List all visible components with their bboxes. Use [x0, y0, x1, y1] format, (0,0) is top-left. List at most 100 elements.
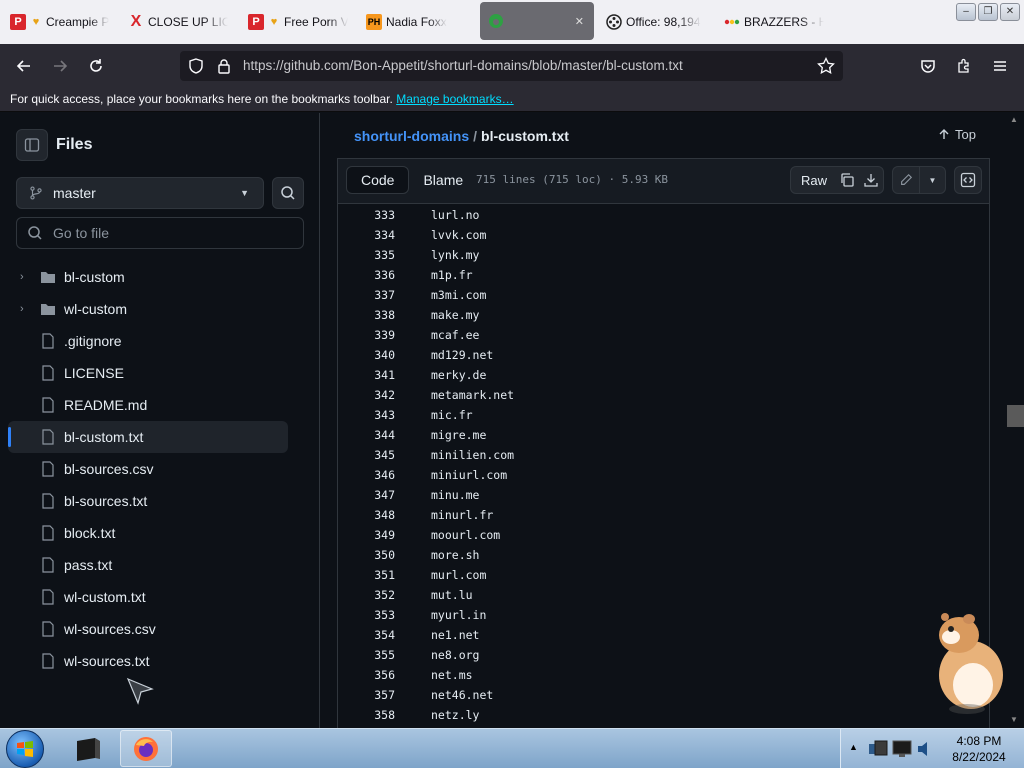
network-icon[interactable] [867, 738, 889, 765]
line-number[interactable]: 353 [338, 605, 395, 625]
tray-expand-icon[interactable]: ▲ [849, 742, 858, 752]
search-button[interactable] [272, 177, 304, 209]
tree-file-readme[interactable]: README.md [8, 389, 288, 421]
line-number[interactable]: 358 [338, 705, 395, 725]
monitor-icon[interactable] [891, 738, 913, 765]
line-number[interactable]: 351 [338, 565, 395, 585]
line-number[interactable]: 340 [338, 345, 395, 365]
download-button[interactable] [859, 167, 883, 193]
edit-dropdown-button[interactable]: ▼ [919, 167, 945, 193]
browser-tab[interactable]: Office: 98,194 [606, 6, 706, 38]
line-number[interactable]: 339 [338, 325, 395, 345]
line-number[interactable]: 352 [338, 585, 395, 605]
manage-bookmarks-link[interactable]: Manage bookmarks… [396, 92, 513, 106]
bookmark-star-icon[interactable] [817, 56, 835, 80]
symbols-panel-button[interactable] [954, 166, 982, 194]
tree-folder-bl-custom[interactable]: › bl-custom [8, 261, 288, 293]
back-button[interactable] [10, 52, 38, 80]
line-number[interactable]: 343 [338, 405, 395, 425]
start-button[interactable] [6, 730, 44, 768]
tree-file-bl-sources-csv[interactable]: bl-sources.csv [8, 453, 288, 485]
browser-tab[interactable]: P ♥ Free Porn V [248, 6, 348, 38]
line-number[interactable]: 347 [338, 485, 395, 505]
terminal-box-icon [77, 737, 100, 761]
scrollbar-thumb[interactable] [1007, 405, 1024, 427]
edit-button[interactable] [893, 167, 919, 193]
line-number[interactable]: 354 [338, 625, 395, 645]
chevron-right-icon[interactable]: › [20, 303, 30, 315]
tab-code[interactable]: Code [346, 166, 410, 194]
tree-file-bl-custom-txt[interactable]: bl-custom.txt [8, 421, 288, 453]
line-number[interactable]: 337 [338, 285, 395, 305]
line-number[interactable]: 348 [338, 505, 395, 525]
tree-file-gitignore[interactable]: .gitignore [8, 325, 288, 357]
tree-file-wl-sources-txt[interactable]: wl-sources.txt [8, 645, 288, 677]
line-number[interactable]: 341 [338, 365, 395, 385]
line-number[interactable]: 342 [338, 385, 395, 405]
tracking-shield-icon[interactable] [188, 58, 204, 79]
browser-tab-active[interactable]: ✕ [480, 2, 594, 40]
tree-file-block-txt[interactable]: block.txt [8, 517, 288, 549]
line-number[interactable]: 356 [338, 665, 395, 685]
taskbar-app-terminal[interactable] [62, 730, 114, 767]
lock-icon[interactable] [216, 58, 232, 79]
line-number[interactable]: 344 [338, 425, 395, 445]
line-number[interactable]: 349 [338, 525, 395, 545]
file-icon [40, 621, 56, 637]
tab-close-icon[interactable]: ✕ [575, 15, 584, 28]
tab-label: Creampie P [46, 15, 110, 29]
line-number[interactable]: 335 [338, 245, 395, 265]
volume-icon[interactable] [917, 740, 933, 763]
line-number[interactable]: 355 [338, 645, 395, 665]
address-bar[interactable]: https://github.com/Bon-Appetit/shorturl-… [180, 51, 843, 81]
browser-tab[interactable]: PH Nadia Foxx [366, 6, 466, 38]
minimize-button[interactable]: – [956, 3, 976, 21]
line-number[interactable]: 333 [338, 205, 395, 225]
menu-hamburger-icon[interactable] [986, 52, 1014, 80]
pocket-icon[interactable] [914, 52, 942, 80]
system-tray: ▲ 4:08 PM 8/22/2024 [840, 729, 1024, 768]
browser-tab[interactable]: P ♥ Creampie P [10, 6, 110, 38]
line-number[interactable]: 336 [338, 265, 395, 285]
line-number[interactable]: 350 [338, 545, 395, 565]
tab-blame[interactable]: Blame [409, 166, 477, 194]
chevron-right-icon[interactable]: › [20, 271, 30, 283]
close-window-button[interactable]: ✕ [1000, 3, 1020, 21]
taskbar-app-firefox[interactable] [120, 730, 172, 767]
code-line: 342 metamark.net [338, 385, 989, 405]
tree-file-bl-sources-txt[interactable]: bl-sources.txt [8, 485, 288, 517]
tree-file-license[interactable]: LICENSE [8, 357, 288, 389]
page-scrollbar[interactable]: ▲ ▼ [1006, 113, 1024, 728]
reload-button[interactable] [82, 52, 110, 80]
go-to-file-input[interactable]: Go to file [16, 217, 304, 249]
tree-file-wl-custom-txt[interactable]: wl-custom.txt [8, 581, 288, 613]
restore-button[interactable]: ❐ [978, 3, 998, 21]
forward-button[interactable] [46, 52, 74, 80]
code-line: 340 md129.net [338, 345, 989, 365]
raw-button[interactable]: Raw [791, 173, 835, 188]
tree-file-pass-txt[interactable]: pass.txt [8, 549, 288, 581]
line-number[interactable]: 357 [338, 685, 395, 705]
code-line: 352 mut.lu [338, 585, 989, 605]
scroll-down-arrow-icon[interactable]: ▼ [1010, 715, 1018, 724]
extensions-icon[interactable] [950, 52, 978, 80]
line-number[interactable]: 346 [338, 465, 395, 485]
p-logo-icon: P [248, 14, 264, 30]
line-number[interactable]: 345 [338, 445, 395, 465]
tree-file-wl-sources-csv[interactable]: wl-sources.csv [8, 613, 288, 645]
clock-time: 4:08 PM [956, 734, 1002, 748]
line-number[interactable]: 338 [338, 305, 395, 325]
tree-folder-wl-custom[interactable]: › wl-custom [8, 293, 288, 325]
line-number[interactable]: 334 [338, 225, 395, 245]
browser-tab[interactable]: X CLOSE UP LIC [128, 6, 228, 38]
top-button[interactable]: Top [938, 127, 976, 142]
browser-tab[interactable]: BRAZZERS - H [724, 6, 824, 38]
breadcrumb-repo-link[interactable]: shorturl-domains [354, 128, 469, 144]
copy-raw-button[interactable] [835, 167, 859, 193]
sidebar-collapse-button[interactable] [16, 129, 48, 161]
scroll-up-arrow-icon[interactable]: ▲ [1010, 115, 1018, 124]
taskbar-clock[interactable]: 4:08 PM 8/22/2024 [941, 733, 1017, 765]
branch-select-button[interactable]: master ▼ [16, 177, 264, 209]
line-content: ne8.org [431, 648, 480, 662]
code-line: 348 minurl.fr [338, 505, 989, 525]
